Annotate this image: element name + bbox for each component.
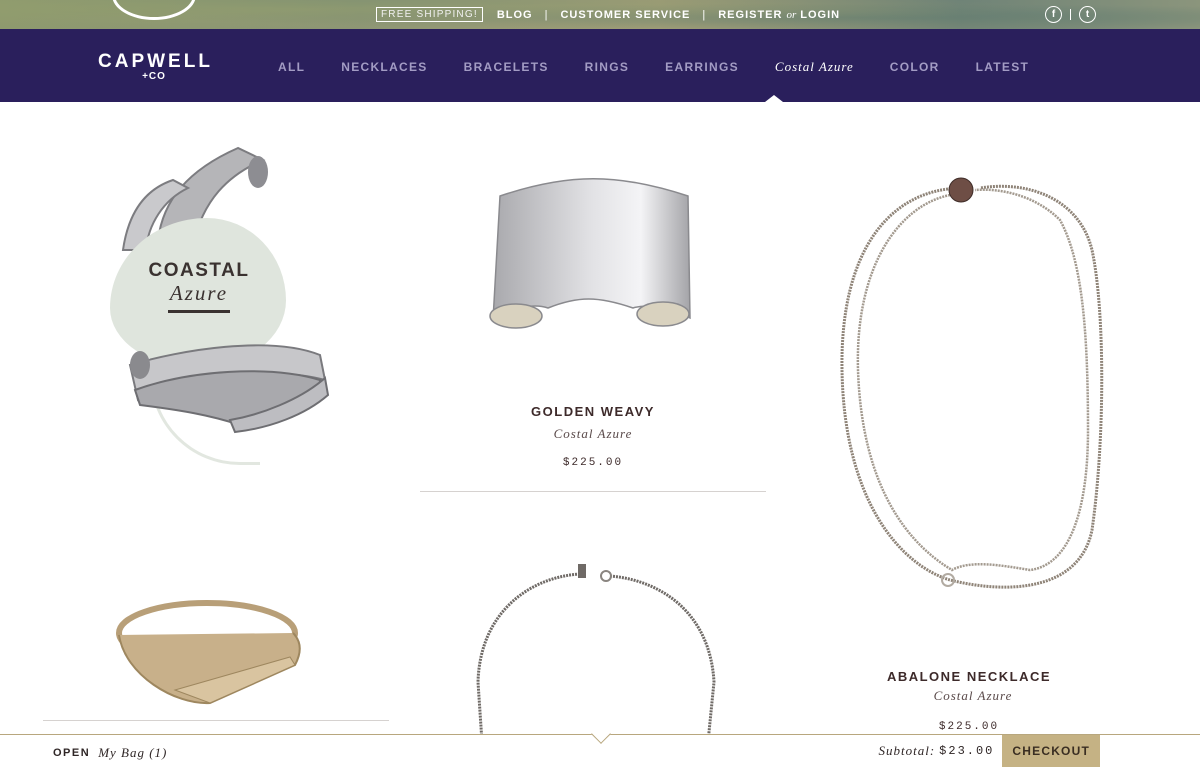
blog-link[interactable]: BLOG [497,9,533,21]
cuff-bracelet-image [489,178,691,329]
bag-summary: Subtotal: $23.00 CHECKOUT [878,735,1100,767]
nav-item-color[interactable]: COLOR [890,60,940,74]
open-bag-button[interactable]: OPEN [53,747,90,759]
divider [43,720,389,721]
necklace-image [476,564,716,743]
nav-item-rings[interactable]: RINGS [585,60,630,74]
free-shipping-badge[interactable]: FREE SHIPPING! [376,7,483,22]
nav-item-all[interactable]: ALL [278,60,305,74]
product-collection: Costal Azure [933,688,1013,703]
twitter-icon[interactable]: t [1079,6,1096,23]
nav-item-necklaces[interactable]: NECKLACES [341,60,427,74]
top-nav: FREE SHIPPING! BLOG | CUSTOMER SERVICE |… [376,6,840,23]
brand-name: CAPWELL [98,51,213,72]
separator: | [544,8,549,21]
nav-item-bracelets[interactable]: BRACELETS [464,60,549,74]
feature-subheading: Azure [169,281,229,305]
nav-item-latest[interactable]: LATEST [976,60,1030,74]
title-rule [168,310,230,313]
category-nav: ALL NECKLACES BRACELETS RINGS EARRINGS C… [278,59,1065,75]
social-links: f t [1045,6,1096,23]
feature-title: COASTAL Azure [138,260,260,313]
top-bar: FREE SHIPPING! BLOG | CUSTOMER SERVICE |… [0,0,1200,29]
checkout-button[interactable]: CHECKOUT [1002,735,1100,767]
subtotal-value: $23.00 [939,744,995,758]
feature-heading: COASTAL [148,260,250,281]
active-nav-pointer [765,95,783,102]
bag-toggle[interactable]: OPEN My Bag (1) [53,745,167,761]
bag-count-label[interactable]: My Bag (1) [98,745,167,761]
brand-logo[interactable]: CAPWELL +CO [98,51,210,82]
customer-service-link[interactable]: CUSTOMER SERVICE [560,9,690,21]
separator: | [702,8,707,21]
divider [1070,9,1071,20]
register-link[interactable]: REGISTER [718,9,782,21]
login-link[interactable]: LOGIN [800,9,840,21]
divider [420,491,766,492]
nav-item-earrings[interactable]: EARRINGS [665,60,739,74]
product-collection: Costal Azure [553,426,633,441]
or-text: or [786,8,797,21]
subtotal-label: Subtotal: [878,743,936,758]
product-price: $225.00 [562,457,624,469]
ring-image [116,600,301,705]
nav-item-costal-azure[interactable]: Costal Azure [775,59,854,75]
cuff-bracelet-image [128,344,330,434]
logo-seal-icon [112,0,196,20]
product-price: $225.00 [938,721,1000,733]
product-name[interactable]: GOLDEN WEAVY [420,404,766,419]
main-nav: CAPWELL +CO ALL NECKLACES BRACELETS RING… [0,29,1200,102]
necklace-image [840,177,1104,589]
facebook-icon[interactable]: f [1045,6,1062,23]
product-name[interactable]: ABALONE NECKLACE [796,669,1142,684]
